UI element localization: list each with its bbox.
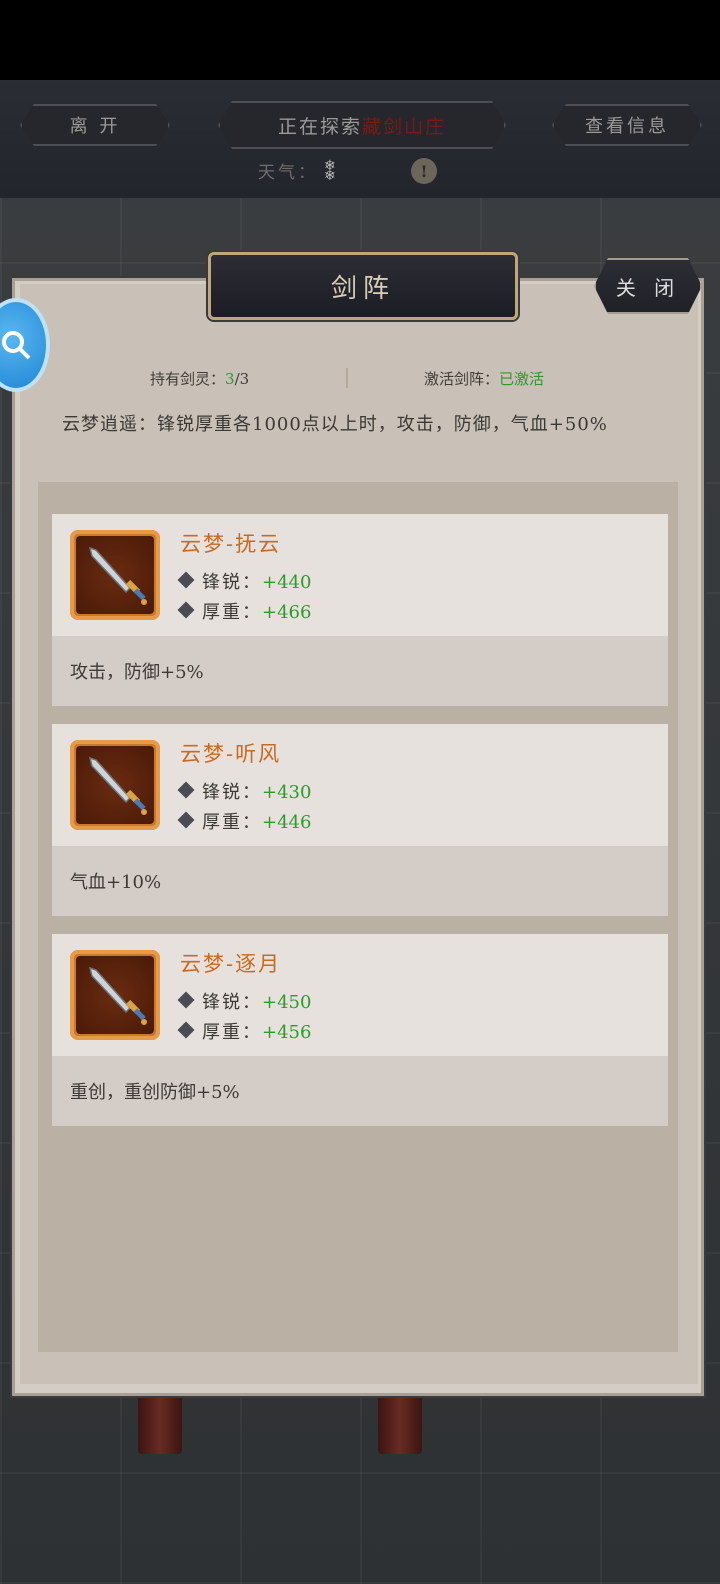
sword-icon bbox=[70, 950, 160, 1040]
heaviness-attr: 厚重：+456 bbox=[177, 1018, 312, 1044]
sword-name: 云梦-逐月 bbox=[180, 952, 282, 976]
diamond-icon bbox=[177, 571, 195, 589]
exploring-banner: 正在探索 藏剑山庄 bbox=[218, 101, 506, 149]
attr-value: +446 bbox=[262, 812, 312, 833]
diamond-icon bbox=[177, 811, 195, 829]
sword-icon bbox=[70, 530, 160, 620]
sword-card[interactable]: 云梦-听风 锋锐：+430 厚重：+446 气血+10% bbox=[52, 724, 668, 916]
bonus-text: 气血+10% bbox=[70, 872, 162, 893]
attr-label: 锋锐： bbox=[202, 992, 262, 1013]
alert-icon[interactable]: ! bbox=[411, 158, 437, 184]
weather-label: 天气： bbox=[258, 163, 318, 183]
heaviness-attr: 厚重：+446 bbox=[177, 808, 312, 834]
diamond-icon bbox=[177, 991, 195, 1009]
array-description: 云梦逍遥：锋锐厚重各1000点以上时，攻击，防御，气血+50% bbox=[62, 414, 608, 435]
sword-card-header: 云梦-抚云 锋锐：+440 厚重：+466 bbox=[52, 514, 668, 636]
explore-prefix: 正在探索 bbox=[277, 115, 362, 138]
diamond-icon bbox=[177, 1021, 195, 1039]
activate-stat: 激活剑阵：已激活 bbox=[424, 368, 544, 389]
diamond-icon bbox=[177, 781, 195, 799]
attr-value: +466 bbox=[262, 602, 312, 623]
attr-value: +456 bbox=[262, 1022, 312, 1043]
panel-title: 剑阵 bbox=[208, 252, 518, 320]
attr-value: +440 bbox=[262, 572, 312, 593]
sword-card[interactable]: 云梦-逐月 锋锐：+450 厚重：+456 重创，重创防御+5% bbox=[52, 934, 668, 1126]
stats-divider bbox=[346, 368, 348, 388]
attr-label: 厚重： bbox=[202, 602, 262, 623]
attr-label: 厚重： bbox=[202, 812, 262, 833]
view-info-button[interactable]: 查看信息 bbox=[552, 104, 702, 146]
weather-indicator: 天气： ❄ ❄ bbox=[258, 157, 339, 184]
sword-card-header: 云梦-逐月 锋锐：+450 厚重：+456 bbox=[52, 934, 668, 1056]
sword-card-bonus: 攻击，防御+5% bbox=[52, 636, 668, 706]
attr-label: 厚重： bbox=[202, 1022, 262, 1043]
sword-card-header: 云梦-听风 锋锐：+430 厚重：+446 bbox=[52, 724, 668, 846]
attr-value: +430 bbox=[262, 782, 312, 803]
stats-row: 持有剑灵：3/3 激活剑阵：已激活 bbox=[20, 368, 698, 390]
sword-card-bonus: 气血+10% bbox=[52, 846, 668, 916]
attr-label: 锋锐： bbox=[202, 572, 262, 593]
heaviness-attr: 厚重：+466 bbox=[177, 598, 312, 624]
sharpness-attr: 锋锐：+450 bbox=[177, 988, 312, 1014]
sword-name: 云梦-抚云 bbox=[180, 532, 282, 556]
holding-label: 持有剑灵： bbox=[150, 370, 226, 388]
status-bar bbox=[0, 0, 720, 80]
holding-total: /3 bbox=[234, 370, 250, 388]
attr-value: +450 bbox=[262, 992, 312, 1013]
sharpness-attr: 锋锐：+440 bbox=[177, 568, 312, 594]
bonus-text: 重创，重创防御+5% bbox=[70, 1082, 240, 1103]
snow-icon: ❄ ❄ bbox=[324, 157, 339, 184]
sword-card-bonus: 重创，重创防御+5% bbox=[52, 1056, 668, 1126]
leave-button[interactable]: 离 开 bbox=[20, 104, 170, 146]
activate-value: 已激活 bbox=[499, 370, 545, 388]
holding-value: 3 bbox=[225, 370, 235, 388]
explore-place: 藏剑山庄 bbox=[362, 115, 447, 138]
sword-name: 云梦-听风 bbox=[180, 742, 282, 766]
holding-stat: 持有剑灵：3/3 bbox=[150, 368, 249, 389]
sword-card[interactable]: 云梦-抚云 锋锐：+440 厚重：+466 攻击，防御+5% bbox=[52, 514, 668, 706]
bonus-text: 攻击，防御+5% bbox=[70, 662, 204, 683]
sword-icon bbox=[70, 740, 160, 830]
close-button[interactable]: 关 闭 bbox=[594, 258, 702, 314]
sharpness-attr: 锋锐：+430 bbox=[177, 778, 312, 804]
activate-label: 激活剑阵： bbox=[424, 370, 500, 388]
diamond-icon bbox=[177, 601, 195, 619]
attr-label: 锋锐： bbox=[202, 782, 262, 803]
